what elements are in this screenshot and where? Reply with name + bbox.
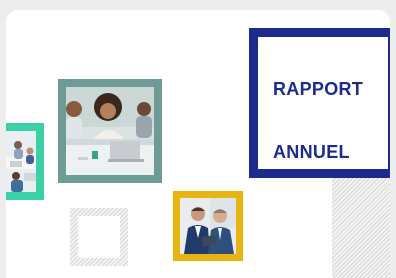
businessmen-illustration (180, 198, 236, 254)
annual-report-title: RAPPORT ANNUEL (273, 58, 363, 163)
team-meeting-illustration (66, 87, 154, 175)
hatched-square-outline (70, 208, 128, 266)
title-line-2: ANNUEL (273, 142, 350, 162)
businessmen-tablet-photo-frame (173, 191, 243, 261)
annual-report-title-box: RAPPORT ANNUEL (249, 28, 390, 178)
team-meeting-photo (66, 87, 154, 175)
laptop-meeting-illustration (6, 131, 36, 192)
laptop-meeting-photo (6, 131, 36, 192)
report-cover-page: RAPPORT ANNUEL (6, 10, 390, 278)
team-meeting-photo-frame (58, 79, 162, 183)
title-line-1: RAPPORT (273, 79, 364, 99)
laptop-meeting-photo-frame (6, 123, 44, 200)
businessmen-tablet-photo (180, 198, 236, 254)
